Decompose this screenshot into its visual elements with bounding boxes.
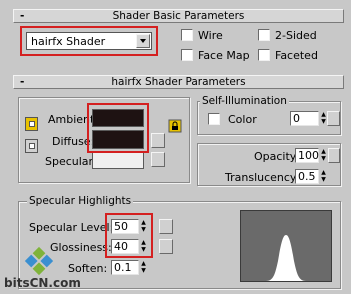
wire-label: Wire bbox=[198, 29, 223, 42]
opacity-label: Opacity: bbox=[254, 150, 300, 163]
shader-basic-title: Shader Basic Parameters bbox=[112, 10, 245, 22]
specular-highlights-title: Specular Highlights bbox=[27, 195, 134, 207]
map-link-icon[interactable] bbox=[25, 117, 38, 131]
specular-curve-icon bbox=[241, 235, 331, 281]
watermark-logo: bitsCN.com bbox=[4, 246, 81, 292]
translucency-spinner-arrows[interactable]: ▲ ▼ bbox=[319, 169, 328, 184]
face-map-checkbox[interactable] bbox=[181, 49, 193, 61]
hairfx-rollout-header[interactable]: - hairfx Shader Parameters bbox=[13, 75, 344, 89]
translucency-label: Translucency: bbox=[225, 171, 300, 184]
soften-spinner-arrows[interactable]: ▲ ▼ bbox=[139, 260, 148, 275]
opacity-input[interactable]: 100 bbox=[295, 148, 319, 163]
faceted-label: Faceted bbox=[275, 49, 318, 62]
shader-dropdown-highlight bbox=[20, 26, 158, 56]
hairfx-title: hairfx Shader Parameters bbox=[111, 76, 246, 88]
glossiness-map-button[interactable] bbox=[159, 239, 173, 254]
diffuse-map-button[interactable] bbox=[151, 133, 165, 148]
collapse-icon: - bbox=[20, 10, 25, 22]
opacity-map-button[interactable] bbox=[328, 148, 340, 163]
wire-checkbox[interactable] bbox=[181, 29, 193, 41]
self-illum-map-button[interactable] bbox=[327, 111, 340, 126]
ambient-diffuse-highlight bbox=[87, 103, 149, 153]
self-illum-value-input[interactable]: 0 bbox=[290, 111, 319, 126]
two-sided-checkbox[interactable] bbox=[258, 29, 270, 41]
specular-level-map-button[interactable] bbox=[159, 219, 173, 234]
two-sided-label: 2-Sided bbox=[275, 29, 317, 42]
specular-glossiness-highlight bbox=[105, 213, 153, 258]
specular-color-swatch[interactable] bbox=[92, 151, 144, 169]
self-illum-color-checkbox[interactable] bbox=[208, 113, 220, 125]
specular-curve-preview bbox=[240, 210, 332, 282]
self-illum-title: Self-Illumination bbox=[200, 95, 289, 107]
self-illum-color-label: Color bbox=[228, 113, 257, 126]
face-map-label: Face Map bbox=[198, 49, 250, 62]
translucency-input[interactable]: 0.5 bbox=[295, 169, 319, 184]
opacity-spinner-arrows[interactable]: ▲ ▼ bbox=[319, 148, 328, 163]
lock-icon[interactable] bbox=[168, 119, 182, 133]
specular-level-label: Specular Level: bbox=[29, 221, 114, 234]
specular-map-button[interactable] bbox=[151, 152, 165, 167]
shader-basic-rollout-header[interactable]: - Shader Basic Parameters bbox=[13, 9, 344, 23]
specular-label: Specular: bbox=[45, 155, 97, 168]
collapse-icon: - bbox=[20, 76, 25, 88]
map-link-icon[interactable] bbox=[25, 139, 38, 153]
watermark-text: bitsCN.com bbox=[4, 276, 81, 290]
soften-input[interactable]: 0.1 bbox=[111, 260, 139, 275]
faceted-checkbox[interactable] bbox=[258, 49, 270, 61]
